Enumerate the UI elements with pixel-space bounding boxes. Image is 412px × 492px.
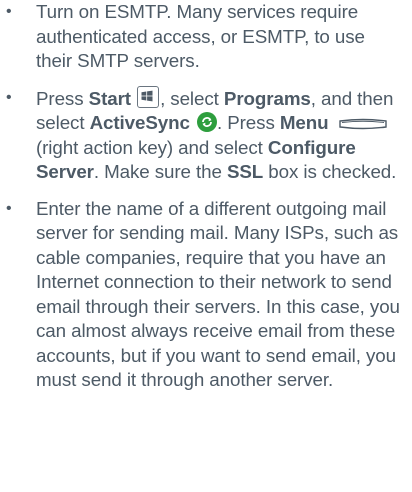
text-run: box is checked.: [263, 161, 397, 182]
programs-label: Programs: [223, 87, 311, 109]
item-text: Enter the name of a different outgoing m…: [36, 197, 400, 391]
text-run: , select: [160, 87, 224, 109]
right-action-key-icon: [338, 118, 387, 130]
text-run: . Press: [216, 112, 280, 133]
item-text: Turn on ESMTP. Many services require aut…: [36, 1, 365, 71]
list-item-esmtp: • Turn on ESMTP. Many services require a…: [0, 0, 412, 74]
text-run: Press: [36, 87, 89, 109]
bullet: •: [6, 199, 12, 217]
activesync-icon: [196, 112, 217, 132]
activesync-label: ActiveSync: [89, 112, 190, 133]
start-label: Start: [88, 87, 131, 109]
ssl-label: SSL: [226, 161, 264, 182]
list-item-outgoing-server: • Enter the name of a different outgoing…: [0, 197, 412, 393]
text-run: (right action key) and select: [36, 136, 268, 158]
instruction-list: • Turn on ESMTP. Many services require a…: [0, 0, 412, 393]
bullet: •: [6, 3, 12, 20]
document-page: • Turn on ESMTP. Many services require a…: [0, 0, 412, 492]
menu-label: Menu: [279, 112, 329, 133]
start-icon: [137, 85, 160, 108]
list-item-configure-server: • Press Start , select Programs, and the…: [0, 85, 412, 185]
bullet: •: [6, 88, 12, 106]
text-run: . Make sure the: [93, 161, 227, 182]
